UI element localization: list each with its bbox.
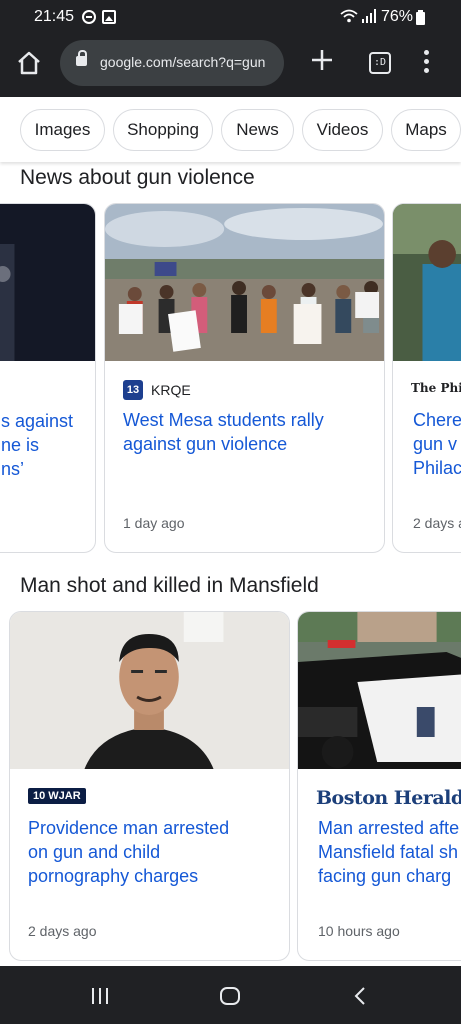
news-source: 13 KRQE xyxy=(123,380,191,400)
title-line: Man arrested afte xyxy=(318,818,460,838)
title-line: on gun and child xyxy=(28,842,161,862)
title-line: facing gun charg xyxy=(318,866,452,886)
title-line: pornography charges xyxy=(28,866,199,886)
krqe-logo-icon: 13 xyxy=(123,380,143,400)
wjar-logo: 10 WJAR xyxy=(28,788,86,804)
chip-images[interactable]: Images xyxy=(20,109,105,151)
news-card-image xyxy=(393,204,461,361)
boston-herald-logo: Boston Herald xyxy=(316,787,461,809)
news-source: 10 WJAR xyxy=(28,788,86,804)
recent-apps-icon[interactable] xyxy=(92,988,110,1004)
news-card[interactable]: s against ne is ns’ xyxy=(0,203,96,553)
chip-news[interactable]: News xyxy=(221,109,294,151)
news-card-time: 1 day ago xyxy=(123,515,185,531)
news-card-title: Man arrested afte Mansfield fatal sh fac… xyxy=(318,816,459,888)
new-tab-button[interactable] xyxy=(308,46,336,74)
news-card-title: West Mesa students rally against gun vio… xyxy=(123,408,373,456)
url-text: google.com/search?q=gun xyxy=(100,54,266,70)
title-line: Chere xyxy=(413,410,461,430)
chip-shopping[interactable]: Shopping xyxy=(113,109,213,151)
news-card-time: 2 days ago xyxy=(28,923,97,939)
browser-chrome: 21:45 76% google.com/search?q=gun:D xyxy=(0,0,461,97)
signal-icon xyxy=(362,9,376,26)
status-bar: 21:45 76% xyxy=(0,0,461,34)
news-card-image xyxy=(298,612,461,769)
news-source: The Phil xyxy=(411,381,461,395)
title-line: ns’ xyxy=(1,459,25,479)
gallery-notification-icon xyxy=(102,10,116,24)
philly-logo: The Phil xyxy=(411,381,461,395)
title-line: gun v xyxy=(413,434,458,454)
title-line: West Mesa students rally xyxy=(123,410,324,430)
news-card-image xyxy=(105,204,384,361)
title-line: s against xyxy=(1,411,74,431)
title-line: Mansfield fatal sh xyxy=(318,842,459,862)
back-icon[interactable] xyxy=(354,986,366,1006)
system-navigation-bar xyxy=(0,966,461,1024)
news-card-title: s against ne is ns’ xyxy=(1,409,73,481)
address-bar[interactable]: google.com/search?q=gun xyxy=(60,40,284,86)
do-not-disturb-icon xyxy=(82,10,96,24)
news-card[interactable]: 10 WJAR Providence man arrested on gun a… xyxy=(9,611,290,961)
screen: 21:45 76% google.com/search?q=gun:D Ima… xyxy=(0,0,461,1024)
tab-switcher-button[interactable]: :D xyxy=(369,52,391,74)
section-title-gun-violence: News about gun violence xyxy=(20,166,255,189)
lock-icon xyxy=(76,50,87,66)
news-card-image xyxy=(10,612,289,769)
browser-toolbar: google.com/search?q=gun :D xyxy=(0,34,461,97)
title-line: Philac xyxy=(413,458,461,478)
more-menu-icon[interactable] xyxy=(418,48,434,76)
chip-videos[interactable]: Videos xyxy=(302,109,383,151)
home-icon[interactable] xyxy=(14,48,44,78)
news-card-title: Providence man arrested on gun and child… xyxy=(28,816,278,888)
chip-maps[interactable]: Maps xyxy=(391,109,461,151)
wifi-icon xyxy=(340,9,358,26)
news-source-name: KRQE xyxy=(151,382,191,398)
status-time: 21:45 xyxy=(34,8,75,25)
news-card-image xyxy=(0,204,95,361)
title-line: ne is xyxy=(1,435,40,455)
news-card-time: 10 hours ago xyxy=(318,923,400,939)
battery-icon xyxy=(416,10,425,25)
news-card-title: Chere gun v Philac xyxy=(413,408,461,480)
section-title-mansfield: Man shot and killed in Mansfield xyxy=(20,574,319,597)
news-card[interactable]: Boston Herald Man arrested afte Mansfiel… xyxy=(297,611,461,961)
search-filter-chips: Images Shopping News Videos Maps xyxy=(0,97,461,162)
news-card[interactable]: The Phil Chere gun v Philac 2 days a xyxy=(392,203,461,553)
battery-percent: 76% xyxy=(381,8,414,25)
news-card-time: 2 days a xyxy=(413,515,461,531)
news-card[interactable]: 13 KRQE West Mesa students rally against… xyxy=(104,203,385,553)
home-button-icon[interactable] xyxy=(220,987,240,1005)
title-line: Providence man arrested xyxy=(28,818,230,838)
news-source: Boston Herald xyxy=(316,787,461,809)
title-line: against gun violence xyxy=(123,434,288,454)
